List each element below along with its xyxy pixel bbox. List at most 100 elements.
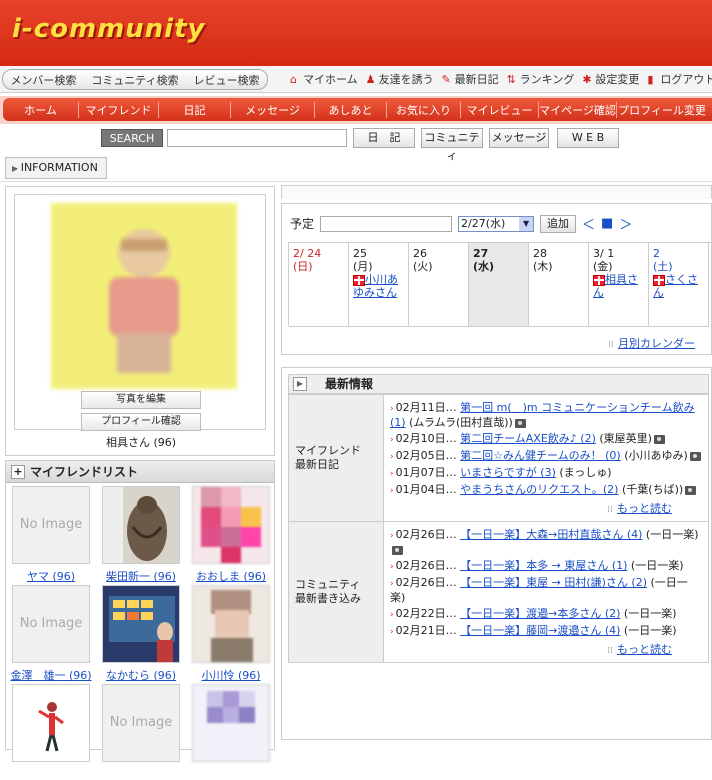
arrow-icon: › [390, 469, 394, 479]
member-search-tab[interactable]: メンバー検索 [10, 72, 76, 88]
site-header: i-community [0, 0, 712, 66]
camera-icon [689, 451, 701, 461]
nav-favorites[interactable]: お気に入り [387, 101, 461, 118]
nav-message[interactable]: メッセージ [231, 101, 315, 118]
day-weekday: (火) [413, 260, 433, 273]
profile-photo [51, 203, 237, 389]
friend-name[interactable]: 小川怜 (96) [189, 667, 273, 683]
item-date: 02月26日… [395, 576, 457, 589]
search-message-button[interactable]: メッセージ [489, 128, 549, 148]
more-link[interactable]: もっと読む [617, 502, 672, 515]
item-link[interactable]: 【一日一楽】渡邉→本多さん (2) [460, 607, 620, 620]
news-header: ▶ 最新情報 [288, 374, 709, 394]
item-link[interactable]: いまさらですが (3) [460, 466, 556, 479]
item-link[interactable]: 第二回☆みん健チームのみ！ (0) [460, 449, 621, 462]
nav-my-page-check[interactable]: マイページ確認 [539, 101, 617, 118]
ranking-link[interactable]: ⇅ ランキング [507, 71, 575, 87]
no-image-thumb[interactable]: No Image [12, 486, 90, 564]
more-link-row: ⁞⁞ もっと読む [390, 643, 702, 658]
item-author: (ムラムラ(田村直哉)) [409, 416, 513, 429]
profile-check-button[interactable]: プロフィール確認 [81, 413, 201, 431]
item-link[interactable]: 【一日一楽】本多 → 東屋さん (1) [460, 559, 627, 572]
util-link-label: ログアウト [660, 73, 712, 86]
news-item: › 02月11日… 第一回 m(＿)m コミュニケーションチーム飲み (1) (ム… [390, 401, 702, 430]
day-date: 26 [413, 247, 427, 260]
section-body: › 02月26日… 【一日一楽】大森→田村直哉さん (4) (一日一楽) › 02月… [384, 522, 708, 662]
play-icon: ▶ [12, 164, 21, 173]
friend-photo[interactable] [102, 486, 180, 564]
friend-name[interactable]: ヤマ (96) [9, 568, 93, 584]
day-date: 28 [533, 247, 547, 260]
friend-list-title: マイフレンドリスト [30, 465, 139, 479]
camera-icon [685, 485, 697, 495]
item-date: 01月04日… [395, 483, 457, 496]
item-link[interactable]: 第二回チームAXE飲み♪ (2) [460, 432, 596, 445]
edit-photo-button[interactable]: 写真を編集 [81, 391, 201, 409]
item-link[interactable]: 【一日一楽】東屋 → 田村(謙)さん (2) [460, 576, 647, 589]
today-icon[interactable]: ■ [601, 216, 613, 231]
site-logo[interactable]: i-community [12, 14, 205, 44]
right-top-strip [281, 185, 712, 199]
information-tab[interactable]: ▶ INFORMATION [5, 157, 107, 179]
birthday-event[interactable]: さくさん [653, 273, 704, 299]
camera-icon [653, 434, 665, 444]
friend-photo[interactable] [102, 585, 180, 663]
latest-diary-link[interactable]: ✎ 最新日記 [442, 71, 499, 87]
friend-name[interactable]: 柴田新一 (96) [99, 568, 183, 584]
nav-footprints[interactable]: あしあと [315, 101, 387, 118]
add-schedule-button[interactable]: 追加 [540, 214, 577, 233]
more-link[interactable]: もっと読む [617, 643, 672, 656]
util-link-label: 友達を誘う [378, 73, 434, 86]
friend-photo[interactable] [192, 585, 270, 663]
news-item: › 02月26日… 【一日一楽】大森→田村直哉さん (4) (一日一楽) [390, 528, 702, 557]
item-link[interactable]: やまうちさんのリクエスト。(2) [460, 483, 618, 496]
item-author: (東屋英里) [599, 432, 652, 445]
item-link[interactable]: 【一日一楽】大森→田村直哉さん (4) [460, 528, 642, 541]
item-link[interactable]: 【一日一楽】藤岡→渡邉さん (4) [460, 624, 620, 637]
my-home-link[interactable]: ⌂ マイホーム [290, 71, 358, 87]
day-weekday: (木) [533, 260, 553, 273]
item-date: 02月26日… [395, 559, 457, 572]
friend-card: No Image 金澤 雄一 (96) [9, 585, 93, 683]
search-input[interactable] [167, 129, 347, 147]
logout-link[interactable]: ▮ ログアウト [647, 71, 712, 87]
community-search-tab[interactable]: コミュニティ検索 [91, 72, 178, 88]
monthly-calendar-link[interactable]: 月別カレンダー [618, 337, 695, 350]
birthday-event[interactable]: 小川あゆみさん [353, 273, 404, 299]
search-web-button[interactable]: W E B [557, 128, 619, 148]
search-diary-button[interactable]: 日 記 [353, 128, 415, 148]
schedule-input[interactable] [320, 215, 453, 232]
friend-photo[interactable] [12, 684, 90, 762]
chevron-down-icon: ▼ [519, 216, 534, 231]
nav-my-friend[interactable]: マイフレンド [79, 101, 159, 118]
day-date: 27 [473, 247, 489, 260]
friend-name[interactable]: おおしま (96) [189, 568, 273, 584]
prev-week-icon[interactable]: ＜ [582, 214, 595, 233]
no-image-thumb[interactable]: No Image [102, 684, 180, 762]
friend-photo[interactable] [192, 486, 270, 564]
search-button[interactable]: SEARCH [101, 129, 163, 147]
friend-list-header: + マイフレンドリスト [6, 461, 274, 483]
next-week-icon[interactable]: ＞ [619, 214, 632, 233]
nav-diary[interactable]: 日記 [159, 101, 231, 118]
friend-name[interactable]: 金澤 雄一 (96) [9, 667, 93, 683]
date-select[interactable]: 2/27(水) ▼ [458, 215, 535, 232]
news-item: › 02月26日… 【一日一楽】東屋 → 田村(謙)さん (2) (一日一楽) [390, 576, 702, 605]
nav-home[interactable]: ホーム [3, 101, 79, 118]
calendar-day: 2/ 24 (日) [289, 243, 349, 327]
person-icon: ♟ [365, 72, 376, 86]
camera-icon [392, 545, 403, 555]
review-search-tab[interactable]: レビュー検索 [194, 72, 260, 88]
settings-link[interactable]: ✱ 設定変更 [582, 71, 639, 87]
util-link-label: 設定変更 [595, 73, 640, 86]
no-image-thumb[interactable]: No Image [12, 585, 90, 663]
birthday-event[interactable]: 相具さん [593, 273, 644, 299]
search-community-button[interactable]: コミュニティ [421, 128, 483, 162]
item-date: 02月22日… [395, 607, 457, 620]
friend-name[interactable]: なかむら (96) [99, 667, 183, 683]
invite-friends-link[interactable]: ♟ 友達を誘う [366, 71, 434, 87]
nav-profile-edit[interactable]: プロフィール変更 [617, 102, 707, 118]
nav-my-review[interactable]: マイレビュー [461, 101, 539, 118]
friend-photo[interactable] [192, 684, 270, 762]
week-calendar: 2/ 24 (日) 25 (月) 小川あゆみさん 26 (火) 27 (水) 2… [288, 242, 712, 327]
